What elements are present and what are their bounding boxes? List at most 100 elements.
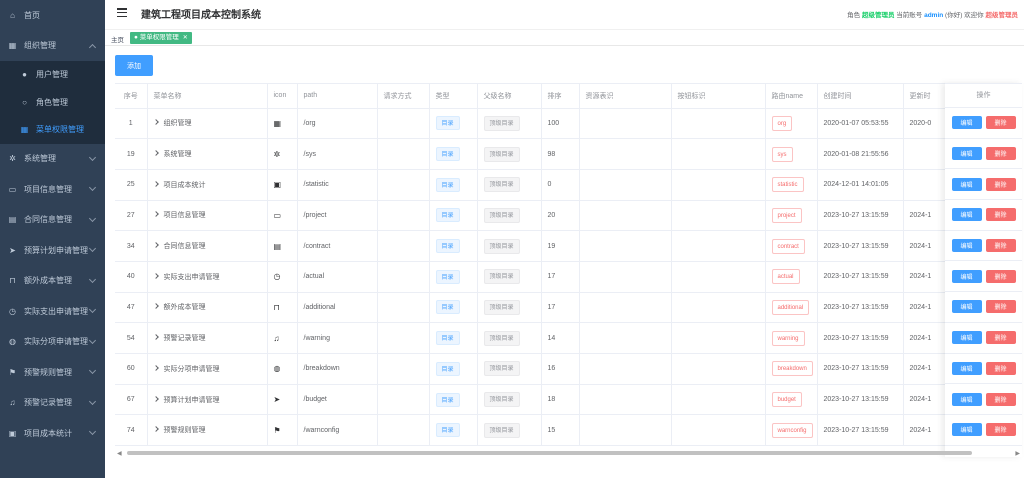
updated-time: 2024-1: [909, 242, 932, 250]
chevron-right-icon[interactable]: [152, 180, 159, 187]
column-header: 排序: [541, 84, 580, 109]
scroll-right-icon[interactable]: ▶: [1015, 450, 1020, 457]
horizontal-scrollbar[interactable]: ◀ ▶: [115, 449, 1022, 457]
add-button[interactable]: 添加: [115, 55, 153, 76]
sidebar-item-1[interactable]: ▦ 组织管理: [0, 31, 105, 62]
chevron-down-icon: [88, 336, 97, 344]
row-id: 74: [126, 426, 135, 434]
operations-row: 编辑 删除: [945, 323, 1022, 354]
chevron-right-icon[interactable]: [152, 426, 159, 433]
delete-button[interactable]: 删除: [985, 361, 1016, 375]
scroll-left-icon[interactable]: ◀: [117, 450, 122, 457]
sidebar-item-11[interactable]: ◍ 实际分项申请管理: [0, 327, 105, 358]
sidebar-item-9[interactable]: ⊓ 额外成本管理: [0, 266, 105, 297]
sidebar: ⌂ 首页 ▦ 组织管理 ● 用户管理 ○ 角色管理 ▦ 菜单权限管理 ✲ 系统管理 ▭ 项目信息管理 ▤ 合同…: [0, 0, 105, 478]
operations-row: 编辑 删除: [945, 108, 1022, 139]
edit-button[interactable]: 编辑: [951, 331, 982, 345]
chevron-right-icon[interactable]: [152, 303, 159, 310]
sidebar-item-4[interactable]: ▦ 菜单权限管理: [0, 116, 105, 144]
edit-button[interactable]: 编辑: [951, 177, 982, 191]
table-row[interactable]: 74 预警规则管理 ⚑ /warnconfig 目录 顶级目录 15 warnconfig 20…: [115, 414, 1022, 447]
table-row[interactable]: 67 预算计划申请管理 ➤ /budget 目录 顶级目录 18 budget 2023-10-…: [115, 384, 1022, 416]
sidebar-item-3[interactable]: ○ 角色管理: [0, 89, 105, 117]
table-row[interactable]: 47 额外成本管理 ⊓ /additional 目录 顶级目录 17 additional 20…: [115, 292, 1022, 324]
tag-home[interactable]: 主页: [111, 34, 124, 44]
edit-button[interactable]: 编辑: [951, 269, 982, 283]
sidebar-item-12[interactable]: ⚑ 预警规则管理: [0, 357, 105, 388]
table-row[interactable]: 34 合同信息管理 ▤ /contract 目录 顶级目录 19 contract 2023-1…: [115, 230, 1022, 262]
edit-button[interactable]: 编辑: [951, 208, 982, 222]
created-time: 2023-10-27 13:15:59: [823, 365, 889, 373]
column-header: 请求方式: [377, 84, 430, 109]
created-time: 2023-10-27 13:15:59: [823, 273, 889, 281]
column-header: 路由name: [765, 84, 818, 109]
person-outline-icon: ○: [22, 97, 27, 107]
delete-button[interactable]: 删除: [985, 116, 1016, 130]
column-header: 创建时间: [817, 84, 904, 109]
edit-button[interactable]: 编辑: [951, 392, 982, 406]
tag-menu-permission[interactable]: ● 菜单权限管理 ✕: [130, 32, 192, 44]
submenu-org: ● 用户管理 ○ 角色管理 ▦ 菜单权限管理: [0, 61, 105, 144]
sidebar-item-0[interactable]: ⌂ 首页: [0, 0, 105, 31]
updated-time: 2024-1: [909, 334, 932, 342]
row-id: 25: [126, 181, 135, 189]
sidebar-item-label: 预警规则管理: [24, 367, 72, 377]
delete-button[interactable]: 删除: [985, 423, 1016, 437]
table-row[interactable]: 60 实际分项申请管理 ◍ /breakdown 目录 顶级目录 16 breakdown 20…: [115, 353, 1022, 385]
sort-value: 19: [547, 242, 556, 250]
delete-button[interactable]: 删除: [985, 300, 1016, 314]
delete-button[interactable]: 删除: [985, 269, 1016, 283]
chevron-right-icon[interactable]: [152, 150, 159, 156]
sidebar-item-7[interactable]: ▤ 合同信息管理: [0, 205, 105, 236]
main-area: 建筑工程项目成本控制系统 角色 超级管理员 当前账号 admin (你好) 欢迎…: [105, 0, 1024, 478]
delete-button[interactable]: 删除: [985, 392, 1016, 406]
table-row[interactable]: 54 预警记录管理 ♫ /warning 目录 顶级目录 14 warning 2023-10-…: [115, 322, 1022, 354]
user-display-name[interactable]: 超级管理员: [986, 12, 1019, 19]
delete-button[interactable]: 删除: [985, 331, 1016, 345]
delete-button[interactable]: 删除: [985, 177, 1016, 191]
chevron-right-icon[interactable]: [152, 365, 159, 371]
document-icon: ▤: [8, 215, 17, 225]
menu-path: /additional: [303, 303, 336, 311]
sidebar-item-5[interactable]: ✲ 系统管理: [0, 144, 105, 175]
type-tag: 目录: [435, 300, 460, 315]
sidebar-item-2[interactable]: ● 用户管理: [0, 61, 105, 89]
edit-button[interactable]: 编辑: [951, 239, 982, 253]
route-tag: statistic: [771, 177, 804, 193]
sidebar-item-8[interactable]: ➤ 预算计划申请管理: [0, 235, 105, 266]
created-time: 2023-10-27 13:15:59: [823, 426, 889, 434]
chevron-right-icon[interactable]: [152, 395, 159, 402]
edit-button[interactable]: 编辑: [951, 361, 982, 375]
edit-button[interactable]: 编辑: [951, 423, 982, 437]
chevron-right-icon[interactable]: [152, 211, 159, 218]
table-row[interactable]: 19 系统管理 ✲ /sys 目录 顶级目录 98 sys 2020-01-08 21:55:5…: [115, 138, 1022, 170]
sidebar-item-label: 额外成本管理: [24, 276, 72, 286]
table-row[interactable]: 27 项目信息管理 ▭ /project 目录 顶级目录 20 project 2023-10-…: [115, 200, 1022, 232]
chevron-right-icon[interactable]: [152, 242, 159, 248]
operations-row: 编辑 删除: [945, 231, 1022, 262]
grid-icon: ▦: [8, 41, 17, 51]
menu-path: /warnconfig: [303, 426, 340, 434]
edit-button[interactable]: 编辑: [951, 147, 982, 161]
delete-button[interactable]: 删除: [985, 208, 1016, 222]
sidebar-item-6[interactable]: ▭ 项目信息管理: [0, 174, 105, 205]
chevron-right-icon[interactable]: [152, 334, 159, 340]
sidebar-item-10[interactable]: ◷ 实际支出申请管理: [0, 296, 105, 327]
sidebar-item-14[interactable]: ▣ 项目成本统计: [0, 418, 105, 449]
close-icon[interactable]: ✕: [183, 35, 188, 41]
row-id: 34: [126, 242, 135, 250]
chevron-right-icon[interactable]: [152, 119, 159, 126]
sidebar-item-13[interactable]: ♫ 预警记录管理: [0, 388, 105, 419]
hamburger-icon[interactable]: [117, 8, 127, 18]
edit-button[interactable]: 编辑: [951, 116, 982, 130]
delete-button[interactable]: 删除: [985, 239, 1016, 253]
menu-name: 合同信息管理: [163, 243, 206, 251]
scrollbar-thumb[interactable]: [127, 451, 972, 455]
table-row[interactable]: 40 实际支出申请管理 ◷ /actual 目录 顶级目录 17 actual 2023-10-…: [115, 261, 1022, 293]
table-row[interactable]: 25 项目成本统计 ▣ /statistic 目录 顶级目录 0 statistic 2024-…: [115, 169, 1022, 201]
globe-icon: ◍: [273, 364, 281, 374]
chevron-right-icon[interactable]: [152, 272, 159, 279]
table-row[interactable]: 1 组织管理 ▦ /org 目录 顶级目录 100 org 2020-01-07 05:53:5…: [115, 108, 1022, 140]
delete-button[interactable]: 删除: [985, 147, 1016, 161]
edit-button[interactable]: 编辑: [951, 300, 982, 314]
